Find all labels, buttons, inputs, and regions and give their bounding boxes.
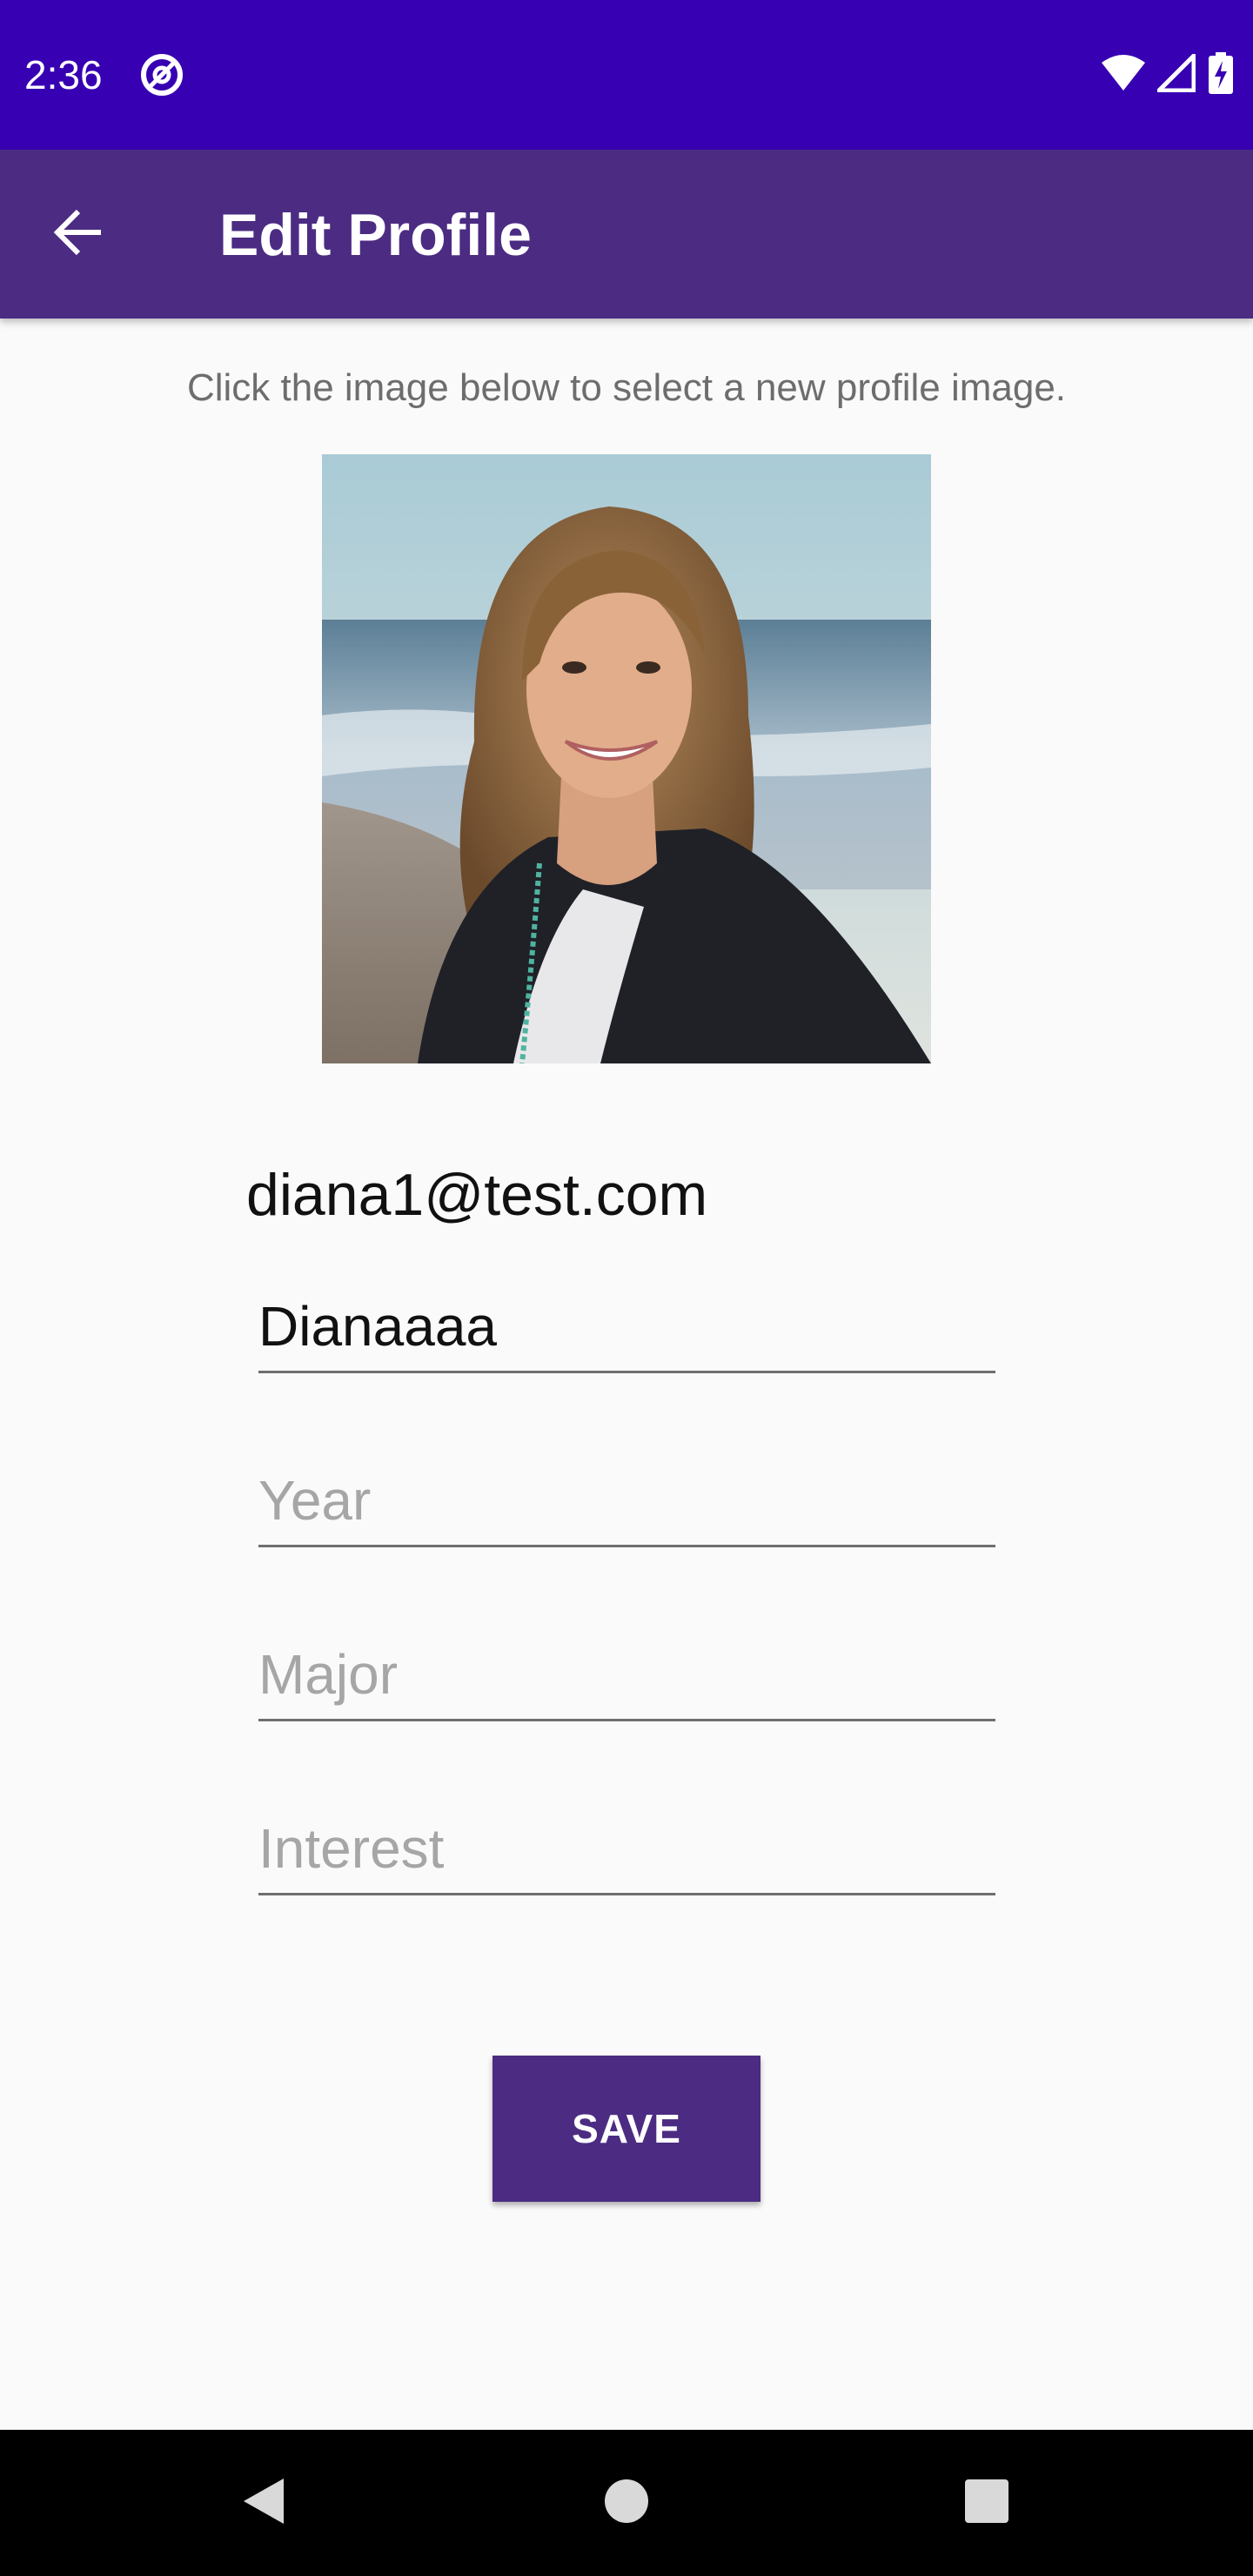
save-button[interactable]: SAVE [492, 2056, 761, 2202]
circle-home-icon [603, 2478, 650, 2529]
interest-input[interactable] [258, 1816, 995, 1881]
year-input[interactable] [258, 1468, 995, 1533]
profile-photo [322, 454, 931, 1063]
year-field[interactable] [258, 1460, 995, 1547]
major-input[interactable] [258, 1642, 995, 1707]
square-recents-icon [964, 2479, 1009, 2528]
wifi-icon [1102, 54, 1145, 97]
profile-image-hint: Click the image below to select a new pr… [186, 366, 1067, 409]
signal-icon [1156, 53, 1196, 97]
page-title: Edit Profile [219, 202, 532, 268]
back-button[interactable] [35, 191, 122, 278]
status-bar: 2:36 [0, 0, 1253, 150]
nav-back-button[interactable] [219, 2459, 306, 2546]
system-nav-bar [0, 2430, 1253, 2576]
arrow-back-icon [52, 206, 104, 263]
major-field[interactable] [258, 1634, 995, 1721]
nav-recents-button[interactable] [943, 2459, 1030, 2546]
triangle-back-icon [238, 2475, 287, 2532]
profile-image[interactable] [322, 454, 931, 1063]
status-icons [1102, 51, 1234, 98]
at-sign-icon [139, 52, 184, 97]
nav-home-button[interactable] [583, 2459, 670, 2546]
name-input[interactable] [258, 1294, 995, 1358]
status-time: 2:36 [24, 52, 103, 97]
interest-field[interactable] [258, 1808, 995, 1895]
email-text: diana1@test.com [246, 1162, 708, 1228]
name-field[interactable] [258, 1286, 995, 1373]
battery-charging-icon [1208, 51, 1234, 98]
app-bar: Edit Profile [0, 150, 1253, 319]
